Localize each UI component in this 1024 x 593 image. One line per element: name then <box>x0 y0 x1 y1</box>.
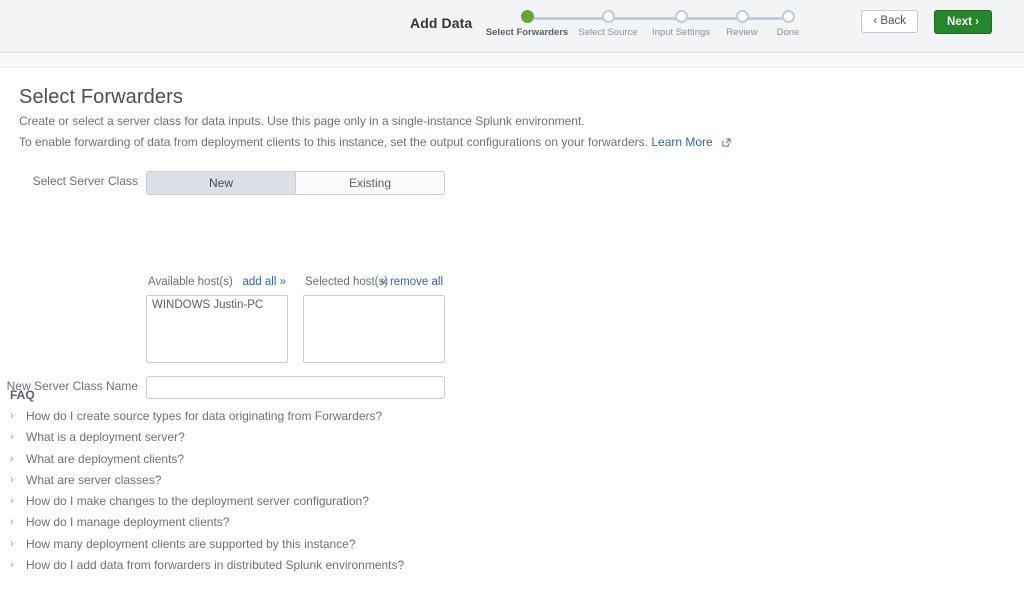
next-button[interactable]: Next › <box>934 10 992 34</box>
step-label: Done <box>776 27 800 38</box>
available-hosts-label: Available host(s) <box>148 276 233 288</box>
step-dot-icon <box>782 10 795 23</box>
selected-hosts-label: Selected host(s) <box>305 276 389 288</box>
back-button[interactable]: ‹ Back <box>861 10 918 33</box>
step-dot-icon <box>675 10 688 23</box>
step-dot-icon <box>736 10 749 23</box>
faq-item[interactable]: › How do I create source types for data … <box>10 409 404 430</box>
faq-item[interactable]: › How do I make changes to the deploymen… <box>10 494 404 515</box>
chevron-right-icon: › <box>10 473 14 486</box>
faq-item-label: What are deployment clients? <box>26 451 185 466</box>
selected-hosts-header: Selected host(s) « remove all <box>303 276 445 292</box>
step-dot-icon <box>602 10 615 23</box>
faq-item[interactable]: › What are server classes? <box>10 473 404 494</box>
add-all-link[interactable]: add all » <box>243 276 286 288</box>
chevron-right-icon: › <box>10 559 14 572</box>
chevron-right-icon: › <box>10 516 14 529</box>
faq-item[interactable]: › How many deployment clients are suppor… <box>10 537 404 558</box>
faq-item[interactable]: › What are deployment clients? <box>10 452 404 473</box>
faq-item-label: How do I add data from forwarders in dis… <box>26 558 405 573</box>
selected-hosts-listbox[interactable] <box>303 295 445 363</box>
available-hosts-listbox[interactable]: WINDOWS Justin-PC <box>146 295 288 363</box>
available-hosts-header: Available host(s) add all » <box>146 276 288 292</box>
chevron-right-icon: › <box>10 495 14 508</box>
list-item[interactable]: WINDOWS Justin-PC <box>147 296 287 313</box>
faq-item[interactable]: › How do I add data from forwarders in d… <box>10 558 404 579</box>
chevron-right-icon: › <box>10 410 14 422</box>
faq-heading: FAQ <box>10 388 35 402</box>
faq-item[interactable]: › How do I manage deployment clients? <box>10 515 404 536</box>
new-server-class-name-input[interactable] <box>146 376 445 399</box>
header-divider-band <box>0 54 1024 68</box>
wizard-step-progress: Select Forwarders Select Source Input Se… <box>486 10 802 48</box>
available-hosts-column: Available host(s) add all » WINDOWS Just… <box>146 276 288 363</box>
chevron-right-icon: › <box>10 431 14 444</box>
external-link-icon <box>722 136 731 147</box>
page-description-secondary: To enable forwarding of data from deploy… <box>19 135 731 149</box>
select-server-class-label: Select Server Class <box>32 174 138 188</box>
faq-item-label: How do I create source types for data or… <box>26 409 383 423</box>
faq-item[interactable]: › What is a deployment server? <box>10 430 404 451</box>
faq-item-label: How do I make changes to the deployment … <box>26 494 369 509</box>
faq-item-label: What is a deployment server? <box>26 430 185 445</box>
chevron-right-icon: › <box>10 452 14 465</box>
chevron-right-icon: › <box>10 537 14 550</box>
page-description-primary: Create or select a server class for data… <box>19 114 585 128</box>
selected-hosts-column: Selected host(s) « remove all <box>303 276 445 363</box>
faq-item-label: How do I manage deployment clients? <box>26 515 230 530</box>
remove-all-link[interactable]: « remove all <box>380 276 443 288</box>
faq-list: › How do I create source types for data … <box>10 409 404 579</box>
description-text: To enable forwarding of data from deploy… <box>19 135 649 149</box>
faq-item-label: What are server classes? <box>26 472 162 487</box>
server-class-option-existing[interactable]: Existing <box>295 172 444 194</box>
learn-more-link[interactable]: Learn More <box>651 135 712 149</box>
server-class-toggle-group[interactable]: New Existing <box>146 171 445 195</box>
page-title: Select Forwarders <box>19 86 183 108</box>
step-dot-icon <box>521 10 534 23</box>
server-class-option-new[interactable]: New <box>147 172 295 194</box>
faq-item-label: How many deployment clients are supporte… <box>26 536 356 551</box>
